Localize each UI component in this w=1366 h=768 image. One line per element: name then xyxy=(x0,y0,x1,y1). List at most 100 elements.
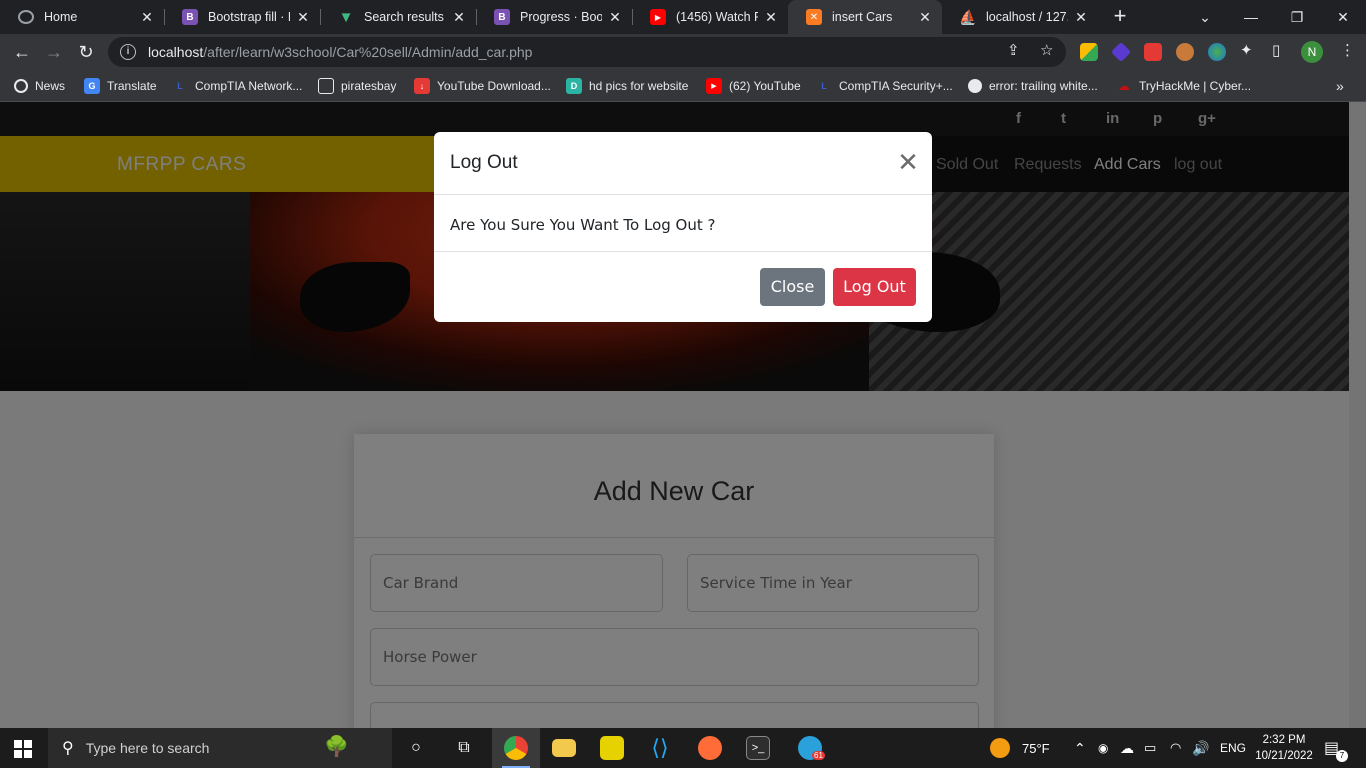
image-icon: D xyxy=(566,78,582,94)
address-bar[interactable]: i localhost/after/learn/w3school/Car%20s… xyxy=(108,37,1066,67)
tab-title: Home xyxy=(44,10,78,24)
tab-bootstrap-fill[interactable]: B Bootstrap fill · Bo ✕ xyxy=(164,0,320,34)
bookmark-label: CompTIA Security+... xyxy=(839,79,953,93)
taskbar-search[interactable]: ⚲ Type here to search 🌳 xyxy=(48,728,392,768)
bookmark-error-trailing[interactable]: error: trailing white... xyxy=(968,76,1098,96)
close-icon[interactable]: ✕ xyxy=(896,148,920,176)
volume-icon[interactable]: 🔊 xyxy=(1192,728,1209,768)
tab-youtube-watch[interactable]: ▶ (1456) Watch Pe ✕ xyxy=(632,0,788,34)
taskbar-telegram[interactable]: 61 xyxy=(786,728,834,768)
windows-taskbar: ⚲ Type here to search 🌳 ○ ⧉ ⟨⟩ >_ 61 75°… xyxy=(0,728,1366,768)
menu-kebab-icon[interactable]: ⋮ xyxy=(1340,41,1355,59)
tab-title: Progress · Bootst xyxy=(520,10,602,24)
language-indicator[interactable]: ENG xyxy=(1220,728,1246,768)
taskbar-vscode[interactable]: ⟨⟩ xyxy=(636,728,684,768)
modal-title: Log Out xyxy=(450,152,518,173)
taskbar-file-explorer[interactable] xyxy=(540,728,588,768)
phpmyadmin-icon: ⛵ xyxy=(959,8,977,25)
bookmark-youtube-download[interactable]: ↓ YouTube Download... xyxy=(414,76,551,96)
site-info-icon[interactable]: i xyxy=(120,44,136,60)
page-viewport: f t in p g+ MFRPP CARS Sold Out Requests… xyxy=(0,102,1366,728)
bookmark-label: (62) YouTube xyxy=(729,79,801,93)
log-out-button[interactable]: Log Out xyxy=(833,268,916,306)
minimize-icon[interactable]: — xyxy=(1228,0,1274,34)
close-button[interactable]: Close xyxy=(760,268,825,306)
bookmark-comptia-network[interactable]: L CompTIA Network... xyxy=(172,76,302,96)
terminal-icon: >_ xyxy=(746,736,770,760)
extension-icon[interactable] xyxy=(1144,43,1162,61)
url-path: /after/learn/w3school/Car%20sell/Admin/a… xyxy=(203,44,533,60)
profile-avatar[interactable]: N xyxy=(1301,41,1323,63)
extension-icon[interactable] xyxy=(1110,41,1132,63)
extension-icon[interactable] xyxy=(1208,43,1226,61)
weather-widget[interactable]: 75°F xyxy=(990,728,1050,768)
side-panel-icon[interactable]: ▯ xyxy=(1272,41,1280,59)
logout-modal: Log Out ✕ Are You Sure You Want To Log O… xyxy=(434,132,932,322)
telegram-badge: 61 xyxy=(812,751,825,760)
close-icon[interactable]: ✕ xyxy=(764,9,778,26)
bookmark-label: CompTIA Network... xyxy=(195,79,303,93)
bookmark-youtube[interactable]: ▶ (62) YouTube xyxy=(706,76,801,96)
notification-count-badge: 7 xyxy=(1336,750,1348,762)
close-icon[interactable]: ✕ xyxy=(452,9,466,26)
tab-search-results[interactable]: ▼ Search results for ✕ xyxy=(320,0,476,34)
taskbar-chrome[interactable] xyxy=(492,728,540,768)
close-icon[interactable]: ✕ xyxy=(296,9,310,26)
tab-insert-cars[interactable]: ✕ insert Cars ✕ xyxy=(788,0,942,34)
tab-phpmyadmin[interactable]: ⛵ localhost / 127.0. ✕ xyxy=(942,0,1098,34)
bookmark-hd-pics[interactable]: Dhd pics for website xyxy=(566,76,688,96)
bookmarks-bar: News G Translate L CompTIA Network... pira… xyxy=(0,70,1366,102)
restore-icon[interactable]: ❐ xyxy=(1274,0,1320,34)
clock-date: 10/21/2022 xyxy=(1255,750,1313,762)
close-icon[interactable]: ✕ xyxy=(1074,9,1088,26)
clock[interactable]: 2:32 PM 10/21/2022 xyxy=(1252,728,1316,768)
bookmark-tryhackme[interactable]: ☁ TryHackMe | Cyber... xyxy=(1116,76,1251,96)
share-icon[interactable]: ⇪ xyxy=(1007,41,1020,59)
vscode-icon: ⟨⟩ xyxy=(651,735,669,760)
taskbar-postman[interactable] xyxy=(686,728,734,768)
forward-arrow-icon[interactable]: → xyxy=(40,38,68,66)
vue-icon: ▼ xyxy=(338,8,354,26)
more-bookmarks-icon[interactable]: » xyxy=(1336,76,1344,96)
meet-now-icon[interactable]: ◉ xyxy=(1098,728,1108,768)
close-icon[interactable]: ✕ xyxy=(140,9,154,26)
tab-bar: Home ✕ B Bootstrap fill · Bo ✕ ▼ Search … xyxy=(0,0,1366,34)
tab-search-chevron-icon[interactable]: ⌄ xyxy=(1182,0,1228,34)
show-hidden-icons-icon[interactable]: ⌃ xyxy=(1074,728,1086,768)
bookmark-news[interactable]: News xyxy=(14,76,65,96)
tab-home[interactable]: Home ✕ xyxy=(0,0,164,34)
notification-icon[interactable]: ▤ xyxy=(1324,728,1339,768)
search-placeholder: Type here to search xyxy=(85,740,210,756)
modal-message: Are You Sure You Want To Log Out ? xyxy=(450,216,716,234)
divider xyxy=(434,251,932,252)
close-icon[interactable]: ✕ xyxy=(918,9,932,26)
task-view-icon[interactable]: ⧉ xyxy=(444,734,484,762)
bookmark-label: YouTube Download... xyxy=(437,79,551,93)
bookmark-piratesbay[interactable]: piratesbay xyxy=(318,76,396,96)
wifi-icon[interactable]: ◠ xyxy=(1170,728,1181,768)
battery-icon[interactable]: ▭ xyxy=(1144,728,1156,768)
back-arrow-icon[interactable]: ← xyxy=(8,38,36,66)
app-icon xyxy=(600,736,624,760)
browser-toolbar: ← → ↻ i localhost/after/learn/w3school/C… xyxy=(0,34,1366,70)
windows-start-icon[interactable] xyxy=(14,740,32,758)
close-icon[interactable]: ✕ xyxy=(608,9,622,26)
reload-icon[interactable]: ↻ xyxy=(72,38,100,66)
cookie-extension-icon[interactable] xyxy=(1176,43,1194,61)
bookmark-translate[interactable]: G Translate xyxy=(84,76,157,96)
bookmark-comptia-security[interactable]: L CompTIA Security+... xyxy=(816,76,953,96)
weather-temperature: 75°F xyxy=(1022,740,1050,756)
onedrive-cloud-icon[interactable]: ☁ xyxy=(1120,728,1134,768)
taskbar-terminal[interactable]: >_ xyxy=(734,728,782,768)
url-host: localhost xyxy=(148,44,204,60)
tab-progress[interactable]: B Progress · Bootst ✕ xyxy=(476,0,632,34)
new-tab-button[interactable]: + xyxy=(1108,5,1132,29)
close-window-icon[interactable]: ✕ xyxy=(1320,0,1366,34)
extension-icon[interactable] xyxy=(1080,43,1098,61)
extensions-puzzle-icon[interactable]: ✦ xyxy=(1240,41,1253,59)
bookmark-star-icon[interactable]: ☆ xyxy=(1040,41,1053,59)
tab-title: insert Cars xyxy=(832,10,893,24)
cortana-icon[interactable]: ○ xyxy=(396,734,436,762)
taskbar-app[interactable] xyxy=(588,728,636,768)
github-icon xyxy=(968,79,982,93)
